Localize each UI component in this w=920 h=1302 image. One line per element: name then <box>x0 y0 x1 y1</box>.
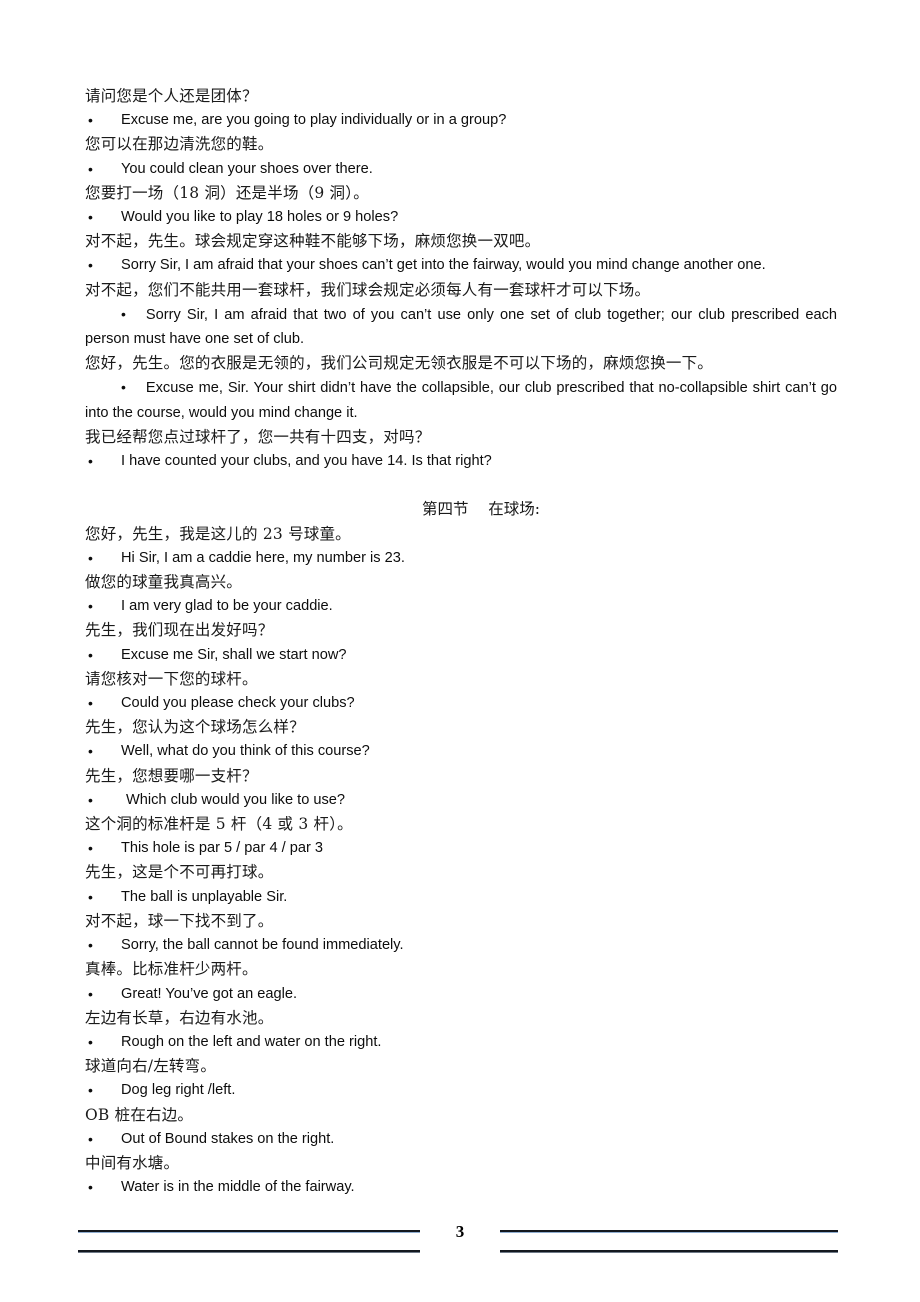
chinese-phrase-line: 对不起，先生。球会规定穿这种鞋不能够下场，麻烦您换一双吧。 <box>85 232 541 251</box>
chinese-phrase-line: 先生，您认为这个球场怎么样？ <box>85 718 305 737</box>
bullet-icon: • <box>88 791 93 808</box>
english-phrase-line: • Excuse me, are you going to play indivi… <box>85 108 837 132</box>
section-heading: 第四节 在球场: <box>422 500 540 519</box>
chinese-phrase-line: 球道向右/左转弯。 <box>85 1057 217 1076</box>
english-phrase-text: Dog leg right /left. <box>121 1082 236 1099</box>
footer-rule-right-bottom-accent <box>500 1252 838 1253</box>
bullet-icon: • <box>88 646 93 663</box>
english-phrase-line: • Dog leg right /left. <box>85 1078 837 1102</box>
chinese-phrase-line: 对不起，球一下找不到了。 <box>85 911 274 930</box>
chinese-phrase-line: 您要打一场（18 洞）还是半场（9 洞）。 <box>85 183 369 202</box>
english-phrase-text: Sorry Sir, I am afraid that your shoes c… <box>121 257 766 274</box>
english-phrase-text: I have counted your clubs, and you have … <box>121 453 492 470</box>
english-phrase-line: • Hi Sir, I am a caddie here, my number i… <box>85 546 837 570</box>
english-phrase-text: Great! You’ve got an eagle. <box>121 985 298 1002</box>
chinese-phrase-line: 对不起，您们不能共用一套球杆，我们球会规定必须每人有一套球杆才可以下场。 <box>85 280 651 299</box>
bullet-icon: • <box>88 840 93 857</box>
english-phrase-line: • Would you like to play 18 holes or 9 ho… <box>85 205 837 229</box>
english-phrase-line: • Rough on the left and water on the righ… <box>85 1030 837 1054</box>
bullet-icon: • <box>88 985 93 1002</box>
page-number: 3 <box>455 1222 465 1241</box>
english-phrase-text: Hi Sir, I am a caddie here, my number is… <box>121 549 405 566</box>
english-phrase-text: Sorry Sir, I am afraid that two of you c… <box>85 306 837 348</box>
english-phrase-text: Out of Bound stakes on the right. <box>121 1130 335 1147</box>
english-phrase-text: Well, what do you think of this course? <box>121 743 370 760</box>
english-phrase-text: Rough on the left and water on the right… <box>121 1033 382 1050</box>
english-phrase-text: Sorry, the ball cannot be found immediat… <box>121 937 404 954</box>
english-phrase-line: • Water is in the middle of the fairway. <box>85 1175 837 1199</box>
english-phrase-text: You could clean your shoes over there. <box>121 160 373 177</box>
bullet-icon: • <box>88 695 93 712</box>
bullet-icon: • <box>121 305 126 322</box>
bullet-icon: • <box>88 453 93 470</box>
chinese-phrase-line: 先生，我们现在出发好吗？ <box>85 621 274 640</box>
english-phrase-line: • You could clean your shoes over there. <box>85 157 837 181</box>
chinese-phrase-line: 真棒。比标准杆少两杆。 <box>85 960 258 979</box>
english-phrase-line: • Sorry, the ball cannot be found immedia… <box>85 933 837 957</box>
english-phrase-line: • I am very glad to be your caddie. <box>85 594 837 618</box>
chinese-phrase-line: 我已经帮您点过球杆了，您一共有十四支，对吗？ <box>85 427 431 446</box>
page-footer: 3 <box>0 1218 920 1278</box>
bullet-icon: • <box>88 112 93 129</box>
bullet-icon: • <box>88 937 93 954</box>
bullet-icon: • <box>88 209 93 226</box>
bullet-icon: • <box>88 743 93 760</box>
chinese-phrase-line: OB 桩在右边。 <box>85 1105 194 1124</box>
chinese-phrase-line: 您好，先生。您的衣服是无领的，我们公司规定无领衣服是不可以下场的，麻烦您换一下。 <box>85 354 714 373</box>
english-phrase-line: • Sorry Sir, I am afraid that your shoes … <box>85 253 837 277</box>
english-phrase-text: Which club would you like to use? <box>126 791 346 808</box>
chinese-phrase-line: 先生，这是个不可再打球。 <box>85 863 274 882</box>
bullet-icon: • <box>88 888 93 905</box>
document-page: 请问您是个人还是团体？ • Excuse me, are you going to … <box>0 0 920 1302</box>
english-phrase-text: Would you like to play 18 holes or 9 hol… <box>121 209 399 226</box>
chinese-phrase-line: 中间有水塘。 <box>85 1153 180 1172</box>
english-phrase-line: • Sorry Sir, I am afraid that two of you … <box>85 302 837 351</box>
chinese-phrase-line: 左边有长草，右边有水池。 <box>85 1008 274 1027</box>
english-phrase-line: • Great! You’ve got an eagle. <box>85 982 837 1006</box>
chinese-phrase-line: 先生，您想要哪一支杆？ <box>85 766 258 785</box>
chinese-phrase-line: 这个洞的标准杆是 5 杆（4 或 3 杆）。 <box>85 815 353 834</box>
english-phrase-text: Water is in the middle of the fairway. <box>121 1179 355 1196</box>
bullet-icon: • <box>88 1082 93 1099</box>
bullet-icon: • <box>88 160 93 177</box>
english-phrase-line: • This hole is par 5 / par 4 / par 3 <box>85 836 837 860</box>
english-phrase-text: Excuse me Sir, shall we start now? <box>121 646 347 663</box>
english-phrase-line: • Well, what do you think of this course? <box>85 739 837 763</box>
english-phrase-text: The ball is unplayable Sir. <box>121 888 288 905</box>
english-phrase-text: Excuse me, Sir. Your shirt didn’t have t… <box>85 380 837 421</box>
bullet-icon: • <box>88 598 93 615</box>
english-phrase-line: • The ball is unplayable Sir. <box>85 885 837 909</box>
bullet-icon: • <box>121 379 126 396</box>
bullet-icon: • <box>88 1179 93 1196</box>
chinese-phrase-line: 做您的球童我真高兴。 <box>85 573 243 592</box>
chinese-phrase-line: 您好，先生，我是这儿的 23 号球童。 <box>85 524 351 543</box>
bullet-icon: • <box>88 257 93 274</box>
bullet-icon: • <box>88 1033 93 1050</box>
bullet-icon: • <box>88 1130 93 1147</box>
english-phrase-text: I am very glad to be your caddie. <box>121 598 333 615</box>
english-phrase-line: • Out of Bound stakes on the right. <box>85 1127 837 1151</box>
footer-rule-left-bottom-accent <box>78 1252 420 1253</box>
english-phrase-line: • Excuse me Sir, shall we start now? <box>85 643 837 667</box>
english-phrase-text: This hole is par 5 / par 4 / par 3 <box>121 840 323 857</box>
page-body: 请问您是个人还是团体？ • Excuse me, are you going to … <box>85 84 837 1199</box>
chinese-phrase-line: 请您核对一下您的球杆。 <box>85 669 258 688</box>
english-phrase-line: • Excuse me, Sir. Your shirt didn’t have … <box>85 375 837 424</box>
english-phrase-text: Excuse me, are you going to play individ… <box>121 112 507 129</box>
english-phrase-line: • Which club would you like to use? <box>85 788 837 812</box>
chinese-phrase-line: 请问您是个人还是团体？ <box>85 87 258 105</box>
bullet-icon: • <box>88 549 93 566</box>
chinese-phrase-line: 您可以在那边清洗您的鞋。 <box>85 135 274 154</box>
english-phrase-line: • Could you please check your clubs? <box>85 691 837 715</box>
english-phrase-line: • I have counted your clubs, and you have… <box>85 449 837 473</box>
english-phrase-text: Could you please check your clubs? <box>121 695 355 712</box>
